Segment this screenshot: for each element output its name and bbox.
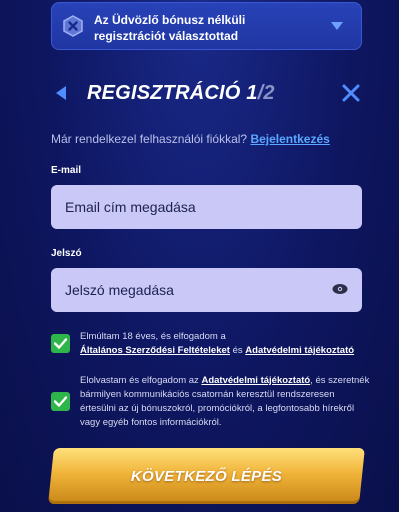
title-main: REGISZTRÁCIÓ 1 (87, 82, 258, 104)
bonus-info-banner[interactable]: Az Üdvözlő bónusz nélküli regisztrációt … (51, 2, 362, 50)
password-label: Jelszó (51, 248, 82, 259)
registration-header: REGISZTRÁCIÓ 1/2 (0, 78, 399, 110)
terms-link[interactable]: Általános Szerződési Feltételeket (80, 345, 230, 356)
title-step: /2 (257, 82, 275, 104)
terms-text-2: és (232, 345, 243, 356)
marketing-checkbox[interactable] (51, 392, 70, 411)
password-placeholder: Jelszó megadása (65, 282, 174, 298)
email-label: E-mail (51, 165, 82, 176)
checkmark-icon (54, 338, 67, 349)
x-badge-icon (63, 15, 83, 37)
marketing-privacy-link[interactable]: Adatvédelmi tájékoztató (201, 375, 310, 386)
terms-text-1: Elmúltam 18 éves, és elfogadom a (80, 331, 226, 342)
banner-text: Az Üdvözlő bónusz nélküli regisztrációt … (94, 13, 246, 43)
terms-checkbox[interactable] (51, 334, 70, 353)
login-prompt-text: Már rendelkezel felhasználói fiókkal? (51, 132, 248, 146)
terms-text: Elmúltam 18 éves, és elfogadom a Általán… (80, 330, 370, 358)
email-placeholder: Email cím megadása (65, 199, 196, 215)
close-icon[interactable] (342, 84, 360, 102)
chevron-down-icon[interactable] (331, 21, 343, 31)
back-arrow-icon[interactable] (55, 86, 67, 100)
page-title: REGISZTRÁCIÓ 1/2 (87, 82, 275, 105)
next-step-label[interactable]: KÖVETKEZŐ LÉPÉS (51, 448, 362, 504)
login-prompt: Már rendelkezel felhasználói fiókkal? Be… (51, 132, 330, 146)
eye-icon[interactable] (332, 283, 348, 295)
marketing-text: Elolvastam és elfogadom az Adatvédelmi t… (80, 374, 370, 430)
privacy-link[interactable]: Adatvédelmi tájékoztató (245, 345, 354, 356)
checkmark-icon (54, 396, 67, 407)
password-field[interactable]: Jelszó megadása (51, 268, 362, 312)
marketing-text-1: Elolvastam és elfogadom az (80, 375, 199, 386)
login-link[interactable]: Bejelentkezés (250, 132, 329, 146)
email-field[interactable]: Email cím megadása (51, 185, 362, 229)
